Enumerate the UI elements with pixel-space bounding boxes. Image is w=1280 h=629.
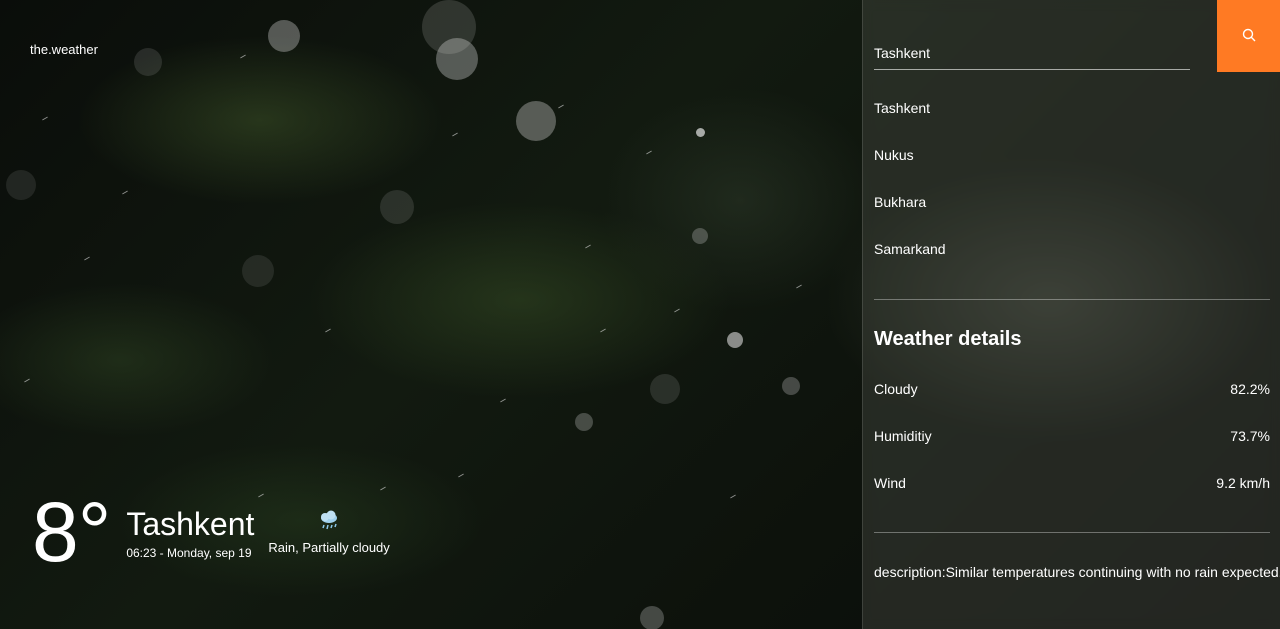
raindrop-bokeh (727, 332, 743, 348)
rain-streak (674, 308, 680, 313)
raindrop-bokeh (6, 170, 36, 200)
raindrop-bokeh (380, 190, 414, 224)
rain-streak (796, 284, 802, 289)
rain-streak (325, 328, 331, 333)
city-item-samarkand[interactable]: Samarkand (874, 241, 946, 288)
rain-streak (84, 256, 90, 261)
rain-streak (600, 328, 606, 333)
rain-streak (240, 54, 246, 59)
detail-row-wind: Wind 9.2 km/h (874, 475, 1270, 491)
current-weather: 8° Tashkent 06:23 - Monday, sep 19 Rain,… (32, 490, 390, 574)
rain-streak (585, 244, 591, 249)
raindrop-bokeh (134, 48, 162, 76)
rain-streak (452, 132, 458, 137)
rain-streak (42, 116, 48, 121)
search-button[interactable] (1217, 0, 1280, 72)
city-list: Tashkent Nukus Bukhara Samarkand (874, 100, 946, 288)
condition-text: Rain, Partially cloudy (268, 540, 390, 555)
detail-value: 73.7% (1230, 428, 1270, 444)
raindrop-bokeh (268, 20, 300, 52)
rain-cloud-icon (268, 510, 389, 536)
rain-streak (500, 398, 506, 403)
city-item-tashkent[interactable]: Tashkent (874, 100, 946, 147)
divider (874, 299, 1270, 300)
sidebar-panel: Tashkent Nukus Bukhara Samarkand Weather… (862, 0, 1280, 629)
rain-streak (458, 473, 464, 478)
weather-condition: Rain, Partially cloudy (268, 510, 390, 555)
date-time: 06:23 - Monday, sep 19 (126, 546, 252, 560)
rain-streak (24, 378, 30, 383)
raindrop-bokeh (692, 228, 708, 244)
search-bar (874, 0, 1280, 72)
divider (874, 532, 1270, 533)
detail-label: Humiditiy (874, 428, 932, 444)
city-item-nukus[interactable]: Nukus (874, 147, 946, 194)
raindrop-bokeh (640, 606, 664, 629)
rain-streak (558, 104, 564, 109)
detail-value: 9.2 km/h (1216, 475, 1270, 491)
city-name: Tashkent (126, 506, 255, 542)
app-logo[interactable]: the.weather (30, 42, 98, 57)
raindrop-bokeh (516, 101, 556, 141)
rain-streak (646, 150, 652, 155)
detail-row-humidity: Humiditiy 73.7% (874, 428, 1270, 444)
details-title: Weather details (874, 328, 1022, 350)
raindrop-bokeh (782, 377, 800, 395)
raindrop-bokeh (436, 38, 478, 80)
raindrop-bokeh (650, 374, 680, 404)
detail-value: 82.2% (1230, 381, 1270, 397)
location-block: Tashkent 06:23 - Monday, sep 19 (126, 506, 254, 560)
temperature: 8° (32, 485, 111, 579)
detail-label: Cloudy (874, 381, 918, 397)
search-input[interactable] (874, 36, 1190, 70)
raindrop-bokeh (242, 255, 274, 287)
city-item-bukhara[interactable]: Bukhara (874, 194, 946, 241)
rain-streak (122, 190, 128, 195)
raindrop-bokeh (696, 128, 705, 137)
detail-row-cloudy: Cloudy 82.2% (874, 381, 1270, 397)
detail-label: Wind (874, 475, 906, 491)
raindrop-bokeh (575, 413, 593, 431)
weather-description: description:Similar temperatures continu… (874, 564, 1280, 580)
rain-streak (730, 494, 736, 499)
search-icon (1242, 28, 1256, 45)
